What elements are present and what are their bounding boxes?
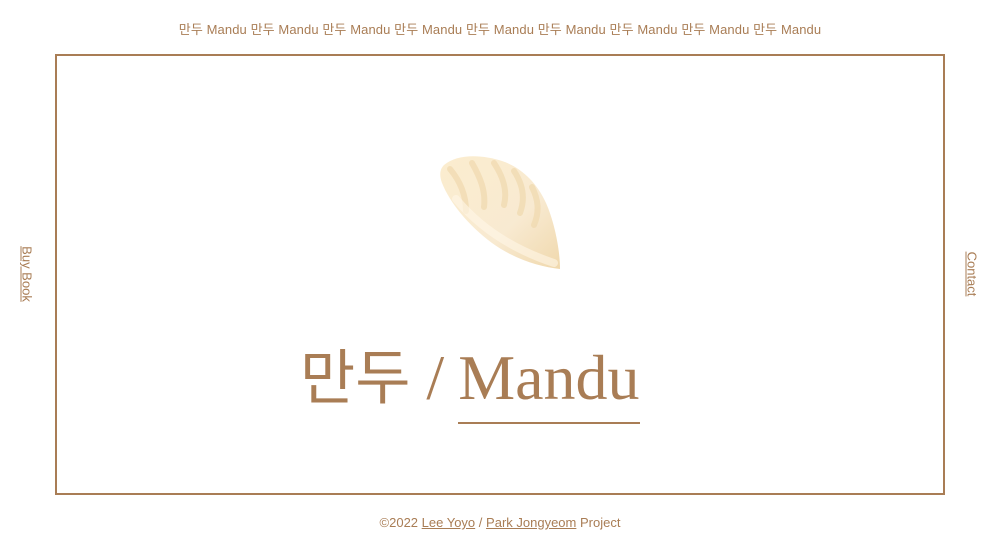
footer: ©2022 Lee Yoyo / Park Jongyeom Project [0,515,1000,530]
author-park-jongyeom-link[interactable]: Park Jongyeom [486,515,576,530]
hero-title-separator: / [426,342,445,413]
footer-divider: / [478,515,483,530]
marquee-ticker: 만두 Mandu 만두 Mandu 만두 Mandu 만두 Mandu 만두 M… [0,19,1000,38]
dumpling-icon [440,156,560,269]
contact-link[interactable]: Contact [965,252,980,297]
author-lee-yoyo-link[interactable]: Lee Yoyo [422,515,476,530]
buy-book-link[interactable]: Buy Book [20,246,35,302]
marquee-text: 만두 Mandu 만두 Mandu 만두 Mandu 만두 Mandu 만두 M… [178,22,822,37]
hero-title-english-link[interactable]: Mandu [458,342,640,424]
hero-title: 만두 / Mandu [300,338,640,424]
footer-suffix: Project [580,515,621,530]
hero-title-korean: 만두 [300,344,411,414]
hero-frame [55,54,945,495]
footer-copyright: ©2022 [379,515,419,530]
